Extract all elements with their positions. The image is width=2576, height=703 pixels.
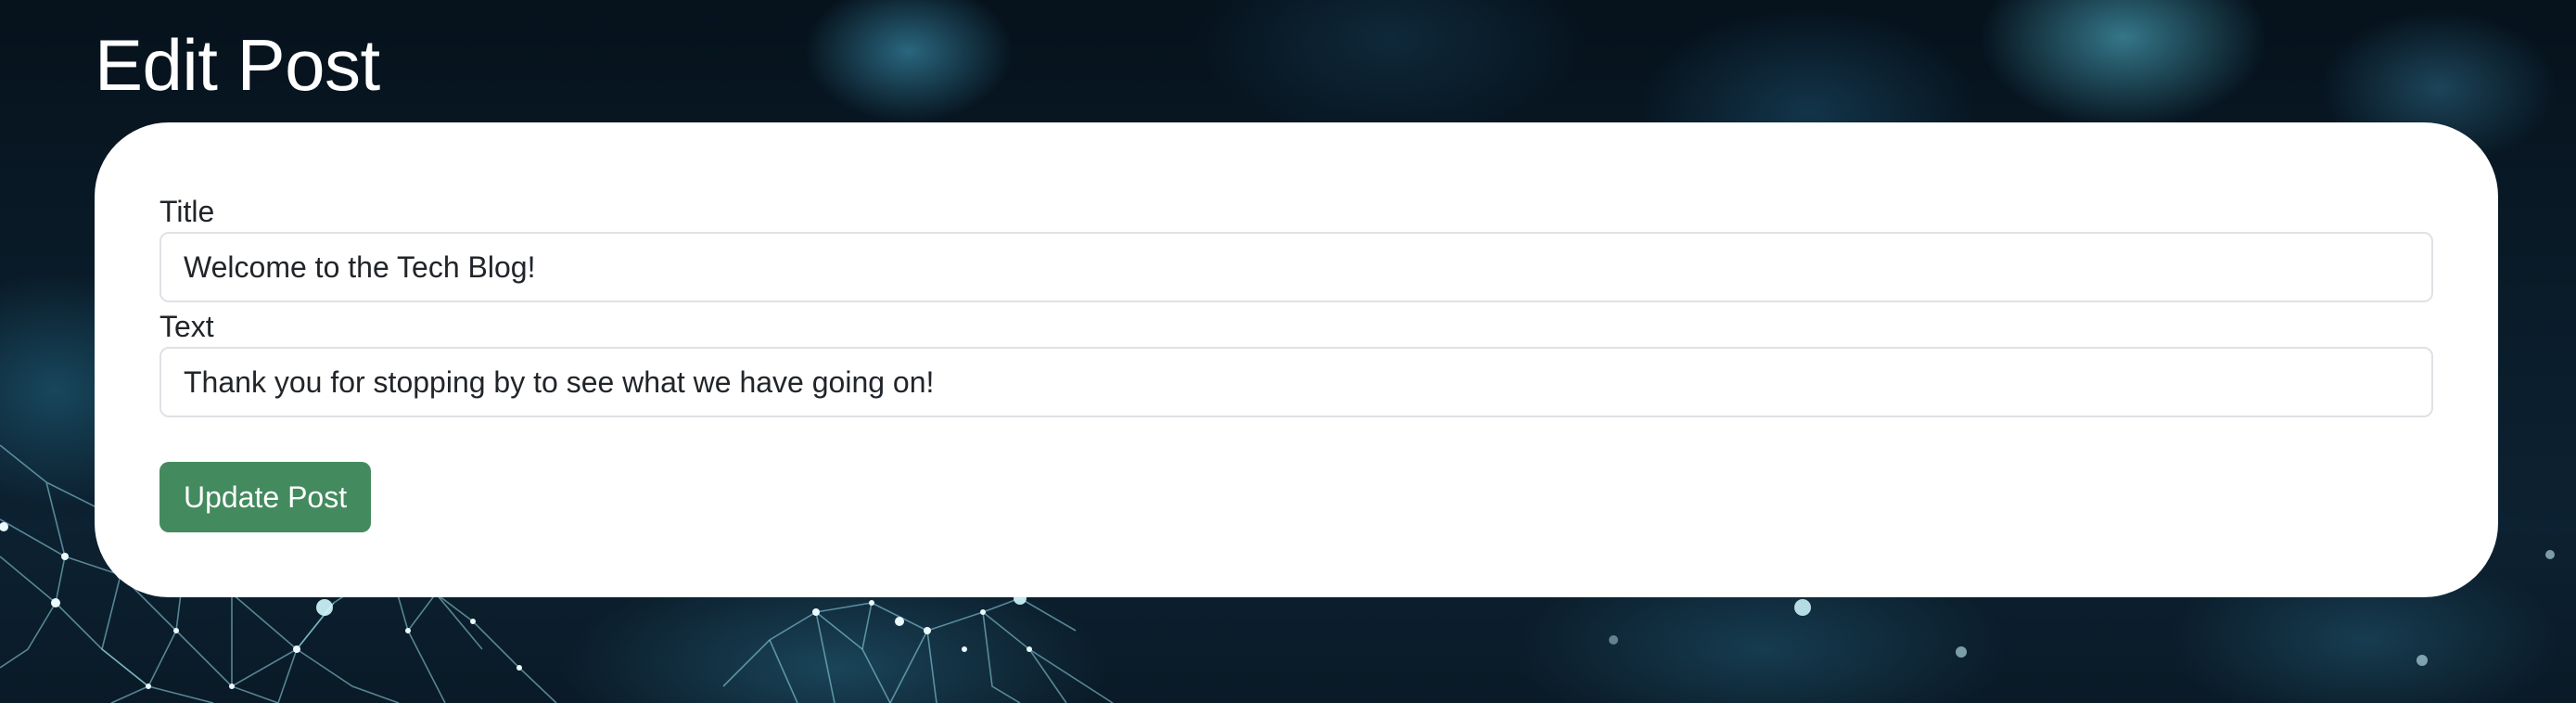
edit-post-form: Title Text Update Post: [95, 122, 2498, 597]
text-input[interactable]: [159, 347, 2433, 417]
page-title: Edit Post: [95, 24, 380, 106]
title-label: Title: [159, 195, 215, 228]
text-label: Text: [159, 310, 214, 343]
title-input[interactable]: [159, 232, 2433, 302]
update-post-button[interactable]: Update Post: [159, 462, 372, 532]
